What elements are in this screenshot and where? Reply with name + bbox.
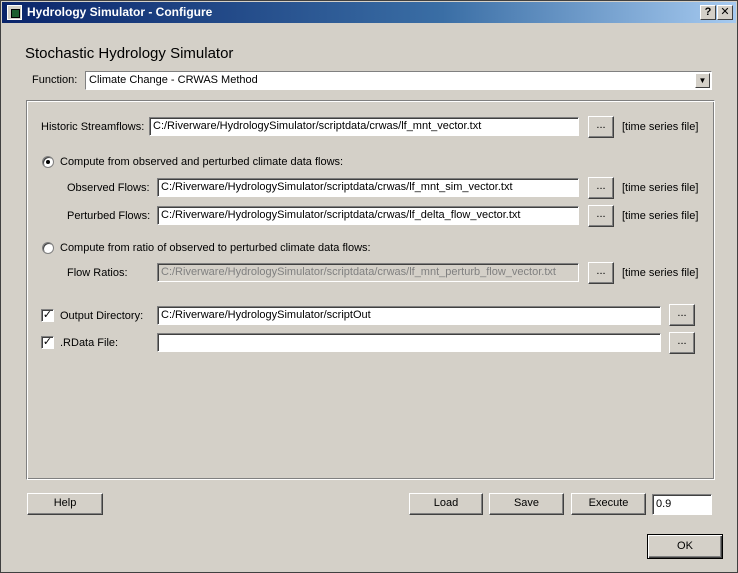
perturbed-flows-label: Perturbed Flows: [67, 210, 151, 222]
historic-hint: [time series file] [622, 121, 699, 133]
ratio-option-radio[interactable] [42, 242, 54, 254]
app-icon [7, 5, 22, 20]
output-browse-button[interactable]: ... [669, 304, 695, 326]
perturbed-browse-button[interactable]: ... [588, 205, 614, 227]
historic-browse-button[interactable]: ... [588, 116, 614, 138]
flow-ratios-label: Flow Ratios: [67, 267, 128, 279]
ratios-browse-button[interactable]: ... [588, 262, 614, 284]
perturbed-flows-field[interactable]: C:/Riverware/HydrologySimulator/scriptda… [157, 206, 579, 225]
output-directory-label: Output Directory: [60, 310, 144, 322]
historic-streamflows-label: Historic Streamflows: [41, 121, 145, 133]
window-title: Hydrology Simulator - Configure [27, 5, 213, 19]
historic-streamflows-field[interactable]: C:/Riverware/HydrologySimulator/scriptda… [149, 117, 579, 136]
output-directory-field[interactable]: C:/Riverware/HydrologySimulator/scriptOu… [157, 306, 661, 325]
execute-button[interactable]: Execute [571, 493, 646, 515]
output-directory-checkbox[interactable]: ✓ [41, 309, 54, 322]
close-icon[interactable]: ✕ [717, 5, 733, 20]
load-button[interactable]: Load [409, 493, 483, 515]
ok-button[interactable]: OK [647, 534, 723, 559]
observed-hint: [time series file] [622, 182, 699, 194]
observed-option-label: Compute from observed and perturbed clim… [60, 156, 344, 168]
version-field[interactable]: 0.9 [652, 494, 712, 515]
help-title-button[interactable]: ? [700, 5, 716, 20]
title-bar[interactable]: Hydrology Simulator - Configure ? ✕ [2, 2, 736, 23]
ratios-hint: [time series file] [622, 267, 699, 279]
chevron-down-icon[interactable]: ▼ [695, 73, 710, 88]
save-button[interactable]: Save [489, 493, 564, 515]
perturbed-hint: [time series file] [622, 210, 699, 222]
rdata-file-checkbox[interactable]: ✓ [41, 336, 54, 349]
function-label: Function: [32, 74, 78, 86]
flow-ratios-field[interactable]: C:/Riverware/HydrologySimulator/scriptda… [157, 263, 579, 282]
rdata-file-field[interactable] [157, 333, 661, 352]
function-select[interactable]: Climate Change - CRWAS Method ▼ [85, 71, 712, 90]
observed-option-radio[interactable] [42, 156, 54, 168]
observed-browse-button[interactable]: ... [588, 177, 614, 199]
observed-flows-label: Observed Flows: [67, 182, 150, 194]
help-button[interactable]: Help [27, 493, 103, 515]
rdata-browse-button[interactable]: ... [669, 332, 695, 354]
rdata-file-label: .RData File: [60, 337, 119, 349]
ratio-option-label: Compute from ratio of observed to pertur… [60, 242, 371, 254]
page-title: Stochastic Hydrology Simulator [25, 45, 234, 62]
observed-flows-field[interactable]: C:/Riverware/HydrologySimulator/scriptda… [157, 178, 579, 197]
configure-dialog: Hydrology Simulator - Configure ? ✕ Stoc… [0, 0, 738, 573]
function-select-value: Climate Change - CRWAS Method [89, 74, 258, 86]
